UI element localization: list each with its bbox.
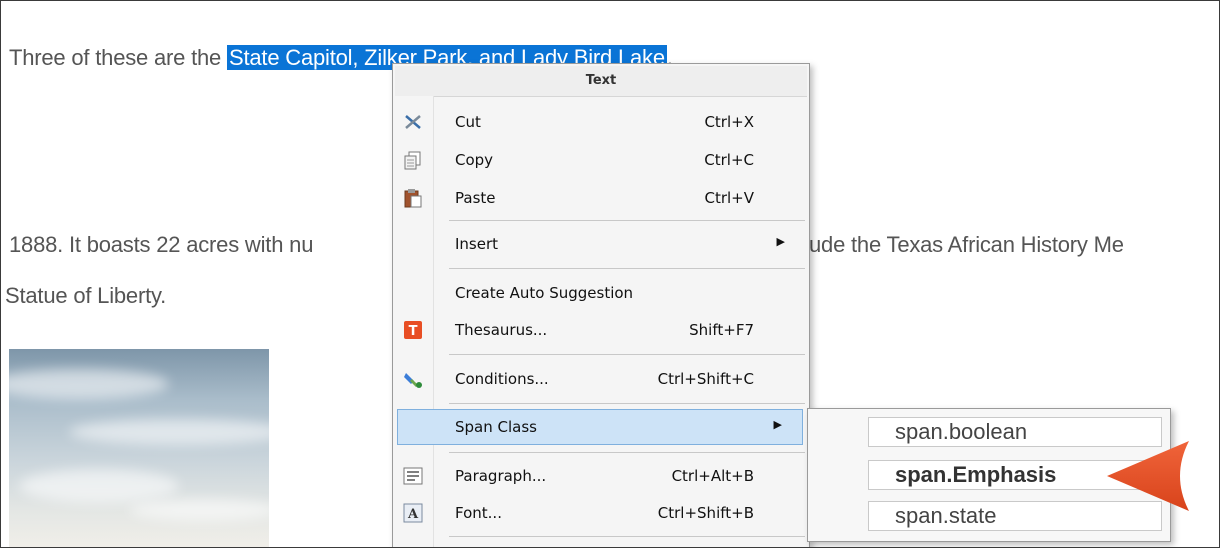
menu-item-paste[interactable]: Paste Ctrl+V (393, 180, 809, 218)
svg-text:A: A (407, 507, 419, 522)
menu-separator (449, 403, 805, 404)
menu-label: Thesaurus... (455, 321, 548, 339)
menu-item-cut[interactable]: Cut Ctrl+X (393, 104, 809, 142)
menu-shortcut: Ctrl+Shift+B (657, 504, 754, 522)
font-icon: A (403, 503, 423, 523)
menu-label: Span Class (455, 418, 537, 436)
menu-item-insert[interactable]: Insert ▶ (393, 226, 809, 264)
editor-frame: Three of these are the State Capitol, Zi… (0, 0, 1220, 548)
menu-shortcut: Ctrl+X (704, 113, 754, 131)
menu-item-paragraph[interactable]: Paragraph... Ctrl+Alt+B (393, 458, 809, 496)
menu-item-copy[interactable]: Copy Ctrl+C (393, 142, 809, 180)
menu-separator (449, 452, 805, 453)
copy-icon (403, 150, 423, 170)
line1-text: Three of these are the (9, 45, 227, 70)
menu-separator (449, 268, 805, 269)
menu-separator (449, 536, 805, 537)
menu-item-span-class[interactable]: Span Class ▶ (397, 409, 803, 445)
menu-shortcut: Ctrl+C (704, 151, 754, 169)
menu-separator (449, 220, 805, 221)
menu-label: Paste (455, 189, 496, 207)
menu-label: Paragraph... (455, 467, 547, 485)
document-line-3[interactable]: Statue of Liberty. (5, 283, 166, 309)
menu-shortcut: Shift+F7 (689, 321, 754, 339)
menu-label: Create Auto Suggestion (455, 284, 634, 302)
document-line-2-right[interactable]: ude the Texas African History Me (809, 232, 1124, 258)
scissors-icon (403, 112, 423, 132)
menu-item-thesaurus[interactable]: T Thesaurus... Shift+F7 (393, 312, 809, 350)
menu-shortcut: Ctrl+Alt+B (671, 467, 754, 485)
thesaurus-icon: T (403, 320, 423, 340)
document-line-2-left[interactable]: 1888. It boasts 22 acres with nu (9, 232, 313, 258)
menu-item-font[interactable]: A Font... Ctrl+Shift+B (393, 495, 809, 533)
menu-shortcut: Ctrl+V (704, 189, 754, 207)
conditions-icon (403, 369, 423, 389)
menu-item-conditions[interactable]: Conditions... Ctrl+Shift+C (393, 361, 809, 399)
svg-text:T: T (409, 324, 418, 339)
menu-separator (449, 354, 805, 355)
menu-label: Cut (455, 113, 481, 131)
menu-label: Conditions... (455, 370, 549, 388)
paste-icon (403, 188, 423, 208)
context-menu: Text Cut Ctrl+X Copy Ctrl+C Paste Ctrl+V (392, 63, 810, 547)
callout-pointer-icon (1107, 441, 1189, 511)
menu-label: Copy (455, 151, 494, 169)
menu-item-create-auto-suggestion[interactable]: Create Auto Suggestion (393, 275, 809, 313)
context-menu-title: Text (395, 66, 807, 97)
landscape-photo[interactable] (9, 349, 269, 547)
menu-label: Insert (455, 235, 499, 253)
submenu-arrow-icon: ▶ (776, 235, 785, 248)
submenu-arrow-icon: ▶ (773, 418, 782, 431)
menu-shortcut: Ctrl+Shift+C (657, 370, 754, 388)
paragraph-icon (403, 466, 423, 486)
menu-label: Font... (455, 504, 502, 522)
